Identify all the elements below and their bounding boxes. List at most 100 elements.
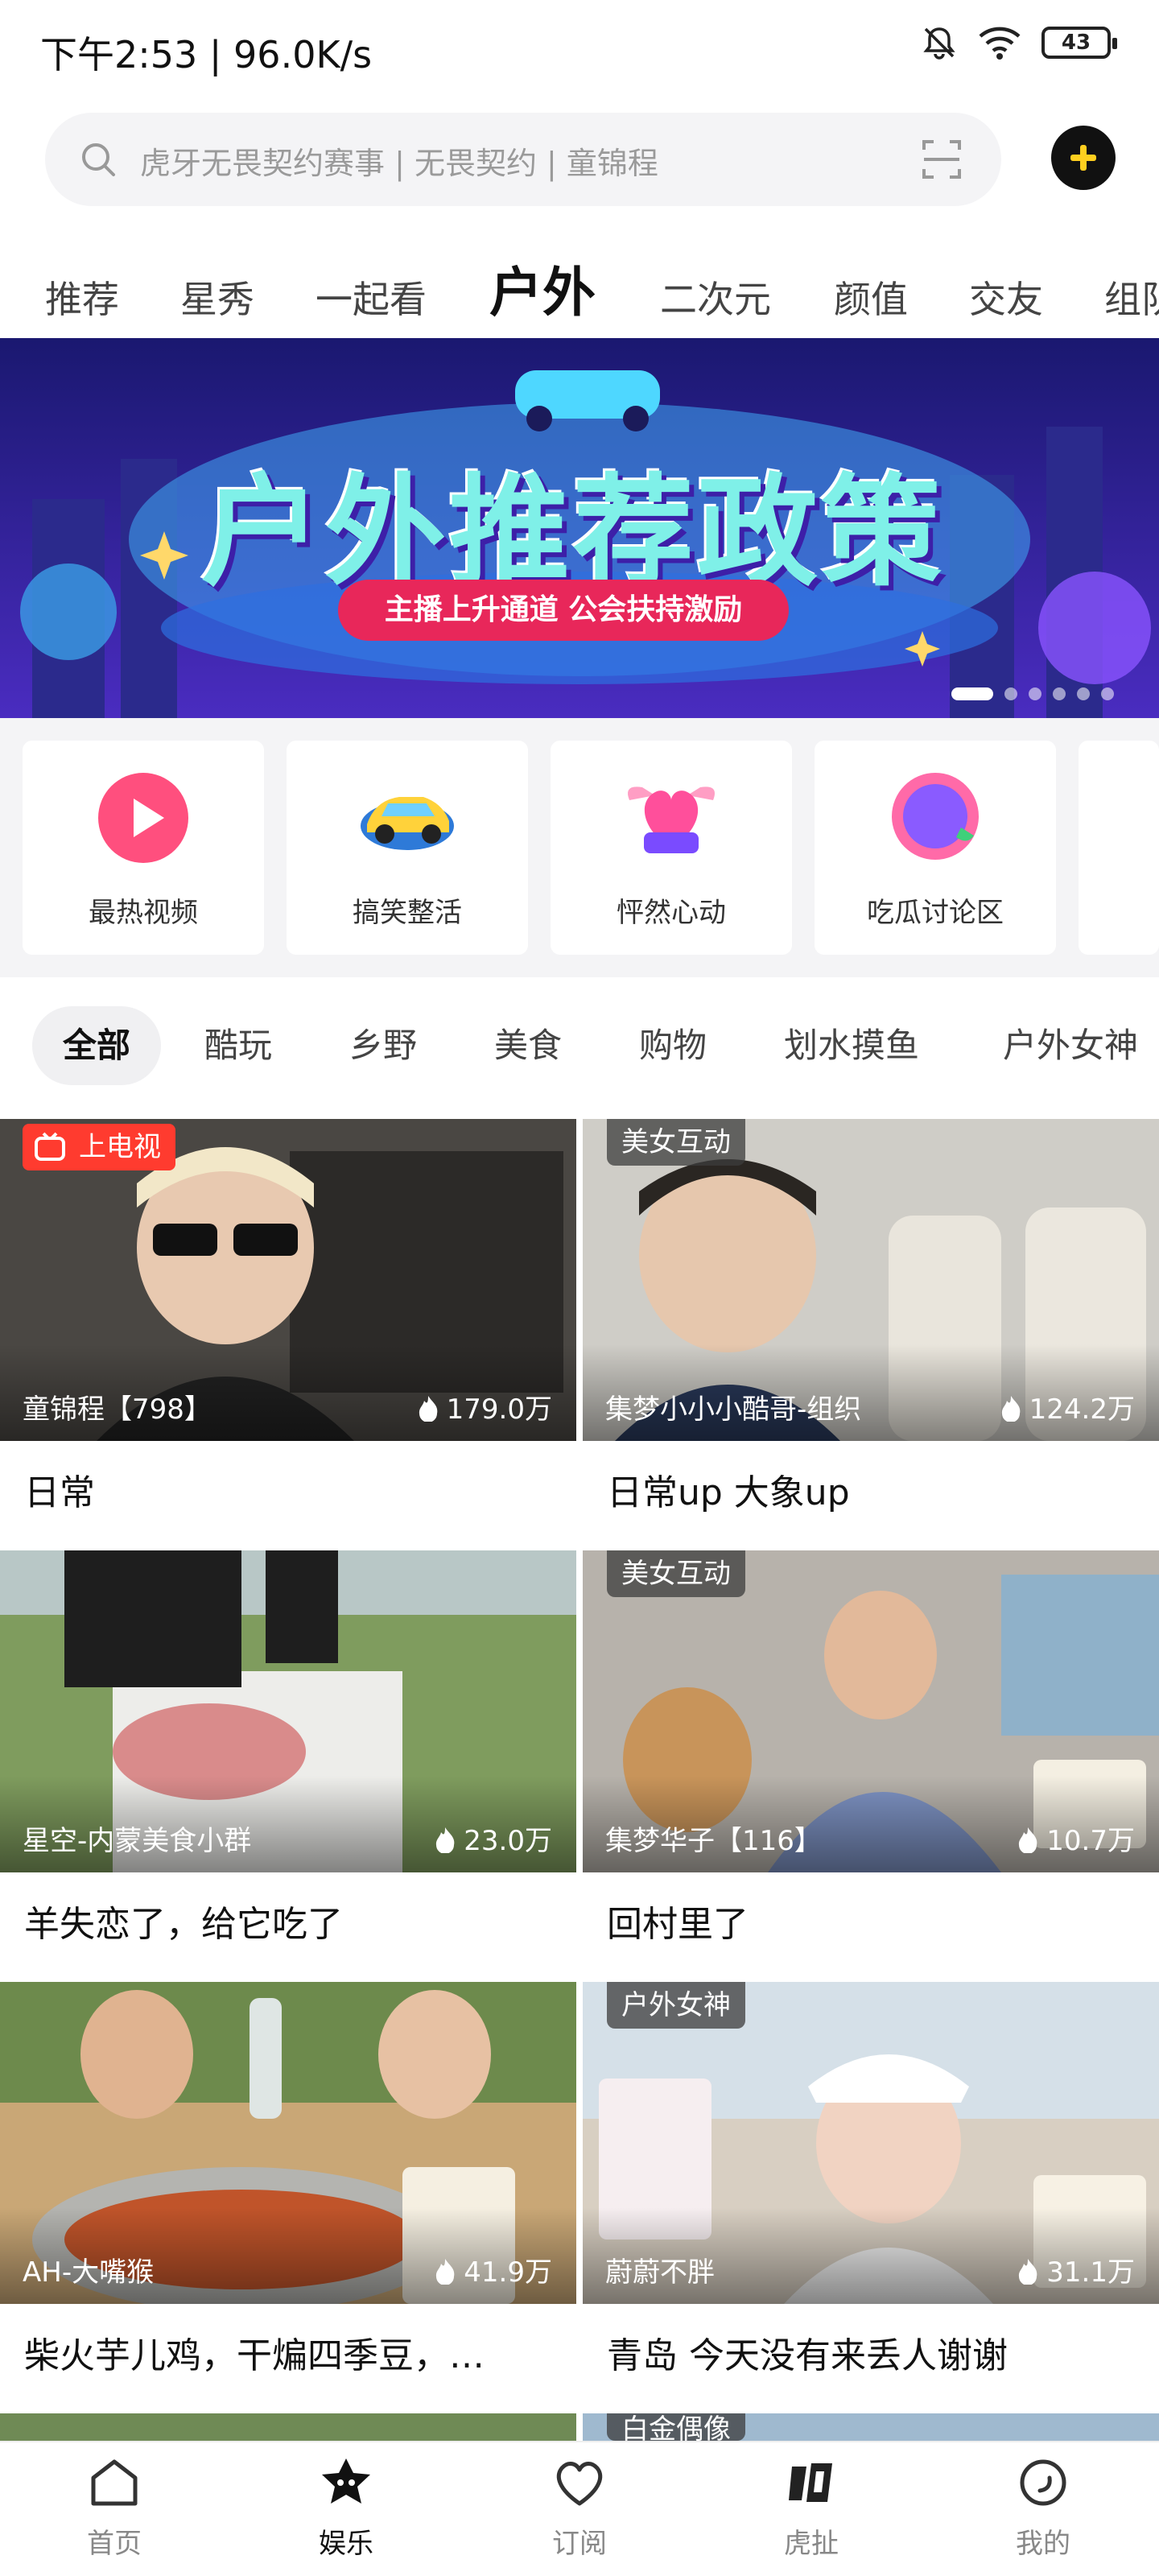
stream-card[interactable]: 美女互动 集梦华子【116】 10.7万 回村里了: [583, 1550, 1159, 1982]
car-icon: [361, 797, 454, 850]
stream-title: 日常: [24, 1472, 95, 1513]
tab-friends[interactable]: 交友: [969, 270, 1043, 324]
stream-thumbnail: [0, 2413, 576, 2441]
stream-thumbnail: AH-大嘴猴 41.9万: [0, 1982, 576, 2304]
nav-huche[interactable]: 虎扯: [731, 2454, 892, 2561]
heart-icon: [628, 786, 715, 853]
subtab-countryside[interactable]: 乡野: [349, 1006, 417, 1085]
tab-anime[interactable]: 二次元: [660, 270, 771, 324]
wifi-icon: [979, 27, 1021, 60]
streamer-name: 童锦程【798】: [23, 1393, 212, 1426]
viewer-count-value: 179.0万: [446, 1393, 552, 1426]
nav-home[interactable]: 首页: [34, 2454, 195, 2561]
tab-outdoor[interactable]: 户外: [489, 250, 596, 327]
stream-card[interactable]: 上电视 童锦程【798】 179.0万 日常: [0, 1119, 576, 1550]
stream-card[interactable]: AH-大嘴猴 41.9万 柴火芋儿鸡，干煸四季豆，…: [0, 1982, 576, 2413]
badge-label: 上电视: [79, 1131, 161, 1163]
play-icon: [98, 773, 188, 863]
tab-star-show[interactable]: 星秀: [180, 270, 254, 324]
stream-card[interactable]: 星空-内蒙美食小群 23.0万 羊失恋了，给它吃了: [0, 1550, 576, 1982]
nav-label: 虎扯: [784, 2528, 839, 2560]
flame-icon: [436, 2259, 455, 2285]
nav-label: 订阅: [552, 2528, 607, 2560]
home-icon: [91, 2459, 138, 2506]
subtab-outdoor-goddess[interactable]: 户外女神: [1003, 1006, 1138, 1085]
search-input[interactable]: 虎牙无畏契约赛事 | 无畏契约 | 童锦程: [45, 113, 1001, 206]
status-bar: 下午2:53 | 96.0K/s 43: [0, 0, 1159, 100]
bottom-navigation: 首页 娱乐 订阅 虎扯 我的: [0, 2441, 1159, 2576]
viewer-count-value: 31.1万: [1046, 2256, 1135, 2289]
subtab-food[interactable]: 美食: [494, 1006, 562, 1085]
flame-icon: [436, 1827, 455, 1853]
stream-title: 羊失恋了，给它吃了: [24, 1904, 343, 1945]
entertainment-icon: [322, 2458, 370, 2504]
viewer-count-value: 10.7万: [1046, 1825, 1135, 1857]
nav-entertainment[interactable]: 娱乐: [266, 2454, 427, 2561]
bell-muted-icon: [923, 27, 955, 60]
tv-badge: 上电视: [23, 1124, 175, 1170]
viewer-count-value: 23.0万: [464, 1825, 552, 1857]
nav-label: 我的: [1016, 2528, 1070, 2560]
stream-card[interactable]: 户外女神 蔚蔚不胖 31.1万 青岛 今天没有来丢人谢谢: [583, 1982, 1159, 2413]
quick-item-hot-videos[interactable]: 最热视频: [23, 741, 264, 955]
search-icon: [82, 143, 115, 176]
plus-icon: [1070, 145, 1096, 171]
quick-item-label: 吃瓜讨论区: [867, 897, 1004, 929]
category-badge: 美女互动: [607, 1550, 745, 1597]
quick-item-heartbeat[interactable]: 怦然心动: [551, 741, 792, 955]
viewer-count: 10.7万: [1016, 1818, 1135, 1858]
tab-recommend[interactable]: 推荐: [45, 270, 119, 324]
nav-label: 首页: [87, 2528, 142, 2560]
nav-label: 娱乐: [319, 2528, 373, 2560]
tab-team[interactable]: 组队: [1104, 270, 1159, 324]
subtab-all[interactable]: 全部: [32, 1006, 162, 1085]
flame-icon: [1001, 1396, 1020, 1422]
quick-item-label: 怦然心动: [617, 897, 726, 929]
quick-item-gossip[interactable]: 吃瓜讨论区: [815, 741, 1056, 955]
stream-thumbnail: 星空-内蒙美食小群 23.0万: [0, 1550, 576, 1872]
streamer-name: 集梦小小小酷哥-组织: [605, 1393, 862, 1426]
stream-card-partial[interactable]: 白金偶像: [583, 2413, 1159, 2441]
tab-looks[interactable]: 颜值: [834, 270, 908, 324]
stream-title: 日常up 大象up: [607, 1472, 850, 1513]
category-badge: 户外女神: [607, 1982, 745, 2029]
quick-item-partial[interactable]: [1079, 741, 1159, 955]
scan-icon[interactable]: [921, 137, 963, 182]
subtab-shopping[interactable]: 购物: [639, 1006, 707, 1085]
quick-category-row: 最热视频 搞笑整活 怦然心动 吃瓜讨论区: [0, 718, 1159, 977]
pagination-dot: [1053, 687, 1066, 700]
stream-thumbnail: 美女互动 集梦小小小酷哥-组织 124.2万: [583, 1119, 1159, 1441]
streamer-name: 集梦华子【116】: [605, 1825, 822, 1857]
quick-item-funny[interactable]: 搞笑整活: [287, 741, 528, 955]
tab-watch-together[interactable]: 一起看: [316, 270, 427, 324]
subtab-cool-play[interactable]: 酷玩: [204, 1006, 272, 1085]
nav-subscribe[interactable]: 订阅: [499, 2454, 660, 2561]
profile-icon: [1020, 2459, 1066, 2506]
viewer-count: 179.0万: [416, 1387, 552, 1426]
subtab-slacking[interactable]: 划水摸鱼: [784, 1006, 919, 1085]
category-badge: 白金偶像: [607, 2413, 745, 2441]
flame-icon: [1019, 1827, 1037, 1853]
viewer-count: 31.1万: [1016, 2250, 1135, 2289]
flame-icon: [1019, 2259, 1037, 2285]
streamer-name: 蔚蔚不胖: [605, 2256, 715, 2289]
flame-icon: [419, 1396, 437, 1422]
stream-title: 柴火芋儿鸡，干煸四季豆，…: [24, 2335, 485, 2376]
battery-icon: 43: [1041, 27, 1117, 59]
subscribe-heart-icon: [556, 2462, 603, 2506]
quick-item-label: 最热视频: [89, 897, 198, 929]
stream-card[interactable]: 美女互动 集梦小小小酷哥-组织 124.2万 日常up 大象up: [583, 1119, 1159, 1550]
promo-banner[interactable]: 户外推荐政策 主播上升通道 公会扶持激励: [0, 338, 1159, 718]
quick-item-label: 搞笑整活: [353, 897, 462, 929]
streamer-name: AH-大嘴猴: [23, 2256, 155, 2289]
stream-title: 青岛 今天没有来丢人谢谢: [607, 2335, 1008, 2376]
pagination-dot: [951, 687, 993, 700]
add-button[interactable]: [1051, 126, 1116, 190]
status-time-speed: 下午2:53 | 96.0K/s: [40, 33, 373, 76]
stream-thumbnail: 户外女神 蔚蔚不胖 31.1万: [583, 1982, 1159, 2304]
pagination-dot: [1101, 687, 1114, 700]
tv-icon: [35, 1132, 65, 1161]
nav-profile[interactable]: 我的: [963, 2454, 1124, 2561]
search-row: 虎牙无畏契约赛事 | 无畏契约 | 童锦程: [45, 113, 1116, 206]
stream-card-partial[interactable]: [0, 2413, 576, 2441]
